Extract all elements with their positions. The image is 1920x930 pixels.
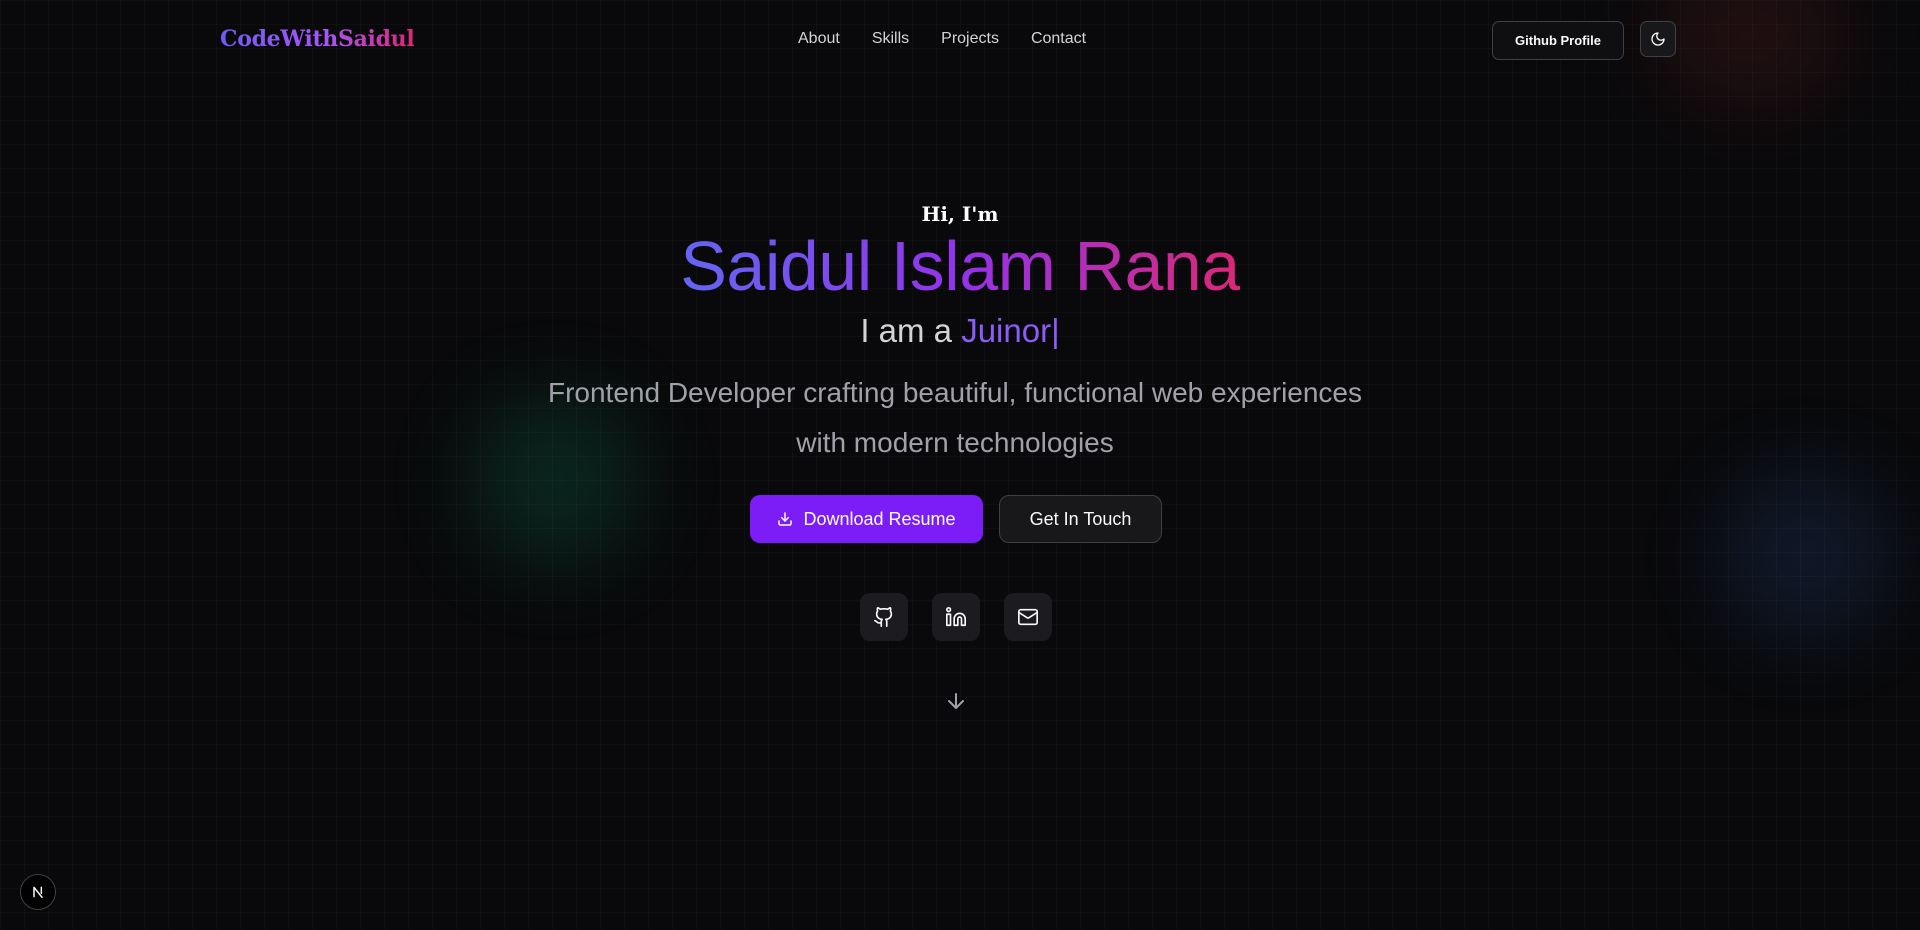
role-prefix: I am a <box>860 312 953 349</box>
nav-contact[interactable]: Contact <box>1031 30 1086 48</box>
moon-icon <box>1650 31 1666 47</box>
nav-skills[interactable]: Skills <box>872 30 909 48</box>
typing-cursor: | <box>1051 312 1060 349</box>
download-resume-button[interactable]: Download Resume <box>750 495 983 543</box>
scroll-down-button[interactable] <box>944 689 968 713</box>
get-in-touch-button[interactable]: Get In Touch <box>999 495 1162 543</box>
nextjs-icon <box>30 884 46 900</box>
role-typed-text: Juinor <box>961 312 1052 349</box>
nav-about[interactable]: About <box>798 30 840 48</box>
download-resume-label: Download Resume <box>803 508 956 529</box>
hero-greeting: Hi, I'm <box>921 202 999 226</box>
arrow-down-icon <box>944 689 968 713</box>
linkedin-link[interactable] <box>932 593 980 641</box>
hero-description: Frontend Developer crafting beautiful, f… <box>547 377 1363 458</box>
background-glow-blue <box>1720 470 1890 640</box>
hero-role: I am a Juinor| <box>0 312 1920 350</box>
hero-name: Saidul Islam Rana <box>0 225 1920 307</box>
download-icon <box>777 511 793 527</box>
dev-tools-badge[interactable] <box>20 874 56 910</box>
theme-toggle-button[interactable] <box>1640 21 1676 57</box>
site-logo[interactable]: CodeWithSaidul <box>220 26 415 52</box>
mail-icon <box>1017 606 1039 628</box>
hero-name-text: Saidul Islam Rana <box>680 227 1240 305</box>
nav-projects[interactable]: Projects <box>941 30 999 48</box>
github-link[interactable] <box>860 593 908 641</box>
github-icon <box>873 606 895 628</box>
email-link[interactable] <box>1004 593 1052 641</box>
github-profile-button[interactable]: Github Profile <box>1492 21 1624 60</box>
main-nav: About Skills Projects Contact <box>798 30 1086 48</box>
linkedin-icon <box>945 606 967 628</box>
site-header: CodeWithSaidul About Skills Projects Con… <box>0 0 1920 80</box>
